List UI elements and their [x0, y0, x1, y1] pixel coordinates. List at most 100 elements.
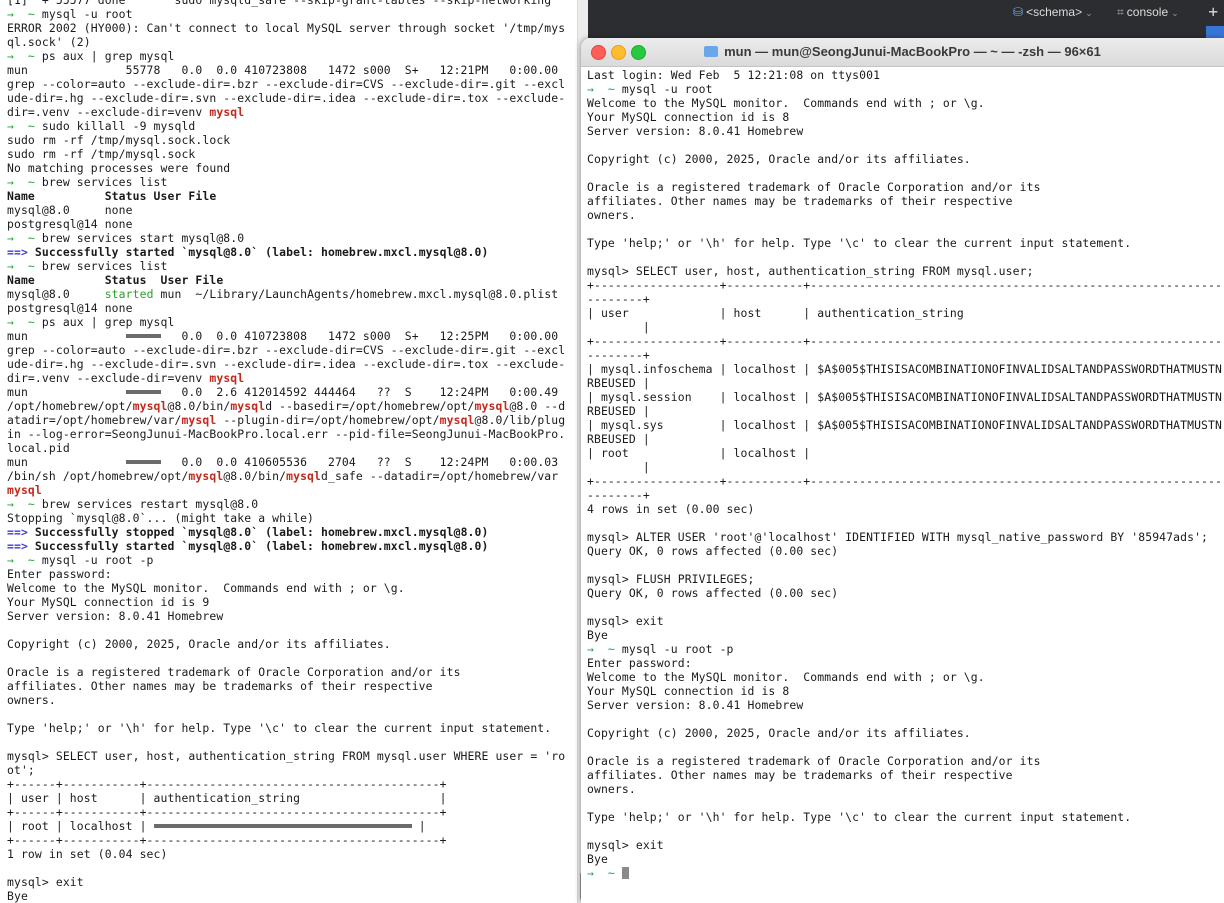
terminal-text: ==> — [7, 539, 35, 553]
terminal-line: mysql> SELECT user, host, authentication… — [587, 264, 1224, 278]
terminal-text: +------------------+-----------+--------… — [587, 278, 1224, 292]
terminal-text: Your MySQL connection id is 8 — [587, 684, 790, 698]
terminal-line: Server version: 8.0.41 Homebrew — [587, 698, 1224, 712]
redacted-text: *A7C8C5AB1E5F7F1CD7A2F1E5CBDF5DE13E49 — [153, 819, 412, 833]
terminal-text: Welcome to the MySQL monitor. Commands e… — [7, 581, 405, 595]
terminal-line: mysql> exit — [587, 614, 1224, 628]
terminal-text: Stopping `mysql@8.0`... (might take a wh… — [7, 511, 315, 525]
terminal-line: mysql> SELECT user, host, authentication… — [7, 749, 565, 763]
terminal-line: Welcome to the MySQL monitor. Commands e… — [7, 581, 565, 595]
add-icon[interactable]: + — [1208, 2, 1218, 21]
terminal-line: ude-dir=.hg --exclude-dir=.svn --exclude… — [7, 91, 565, 105]
terminal-text: Successfully started `mysql@8.0` (label:… — [34, 539, 489, 553]
terminal-line: Oracle is a registered trademark of Orac… — [7, 665, 565, 679]
terminal-line: → ~ brew services list — [7, 259, 565, 273]
terminal-text: atadir=/opt/homebrew/var/ — [7, 413, 182, 427]
terminal-line: mysql@8.0 started mun ~/Library/LaunchAg… — [7, 287, 565, 301]
terminal-text: mysql@8.0 none — [7, 203, 133, 217]
ide-toolbar: ⛁ <schema> ⌄ ⌗ console ⌄ + — [587, 0, 1224, 40]
schema-selector[interactable]: ⛁ <schema> ⌄ — [1013, 4, 1093, 20]
terminal-text: 0.0 0.0 410605536 2704 ?? S 12:24PM 0:00… — [160, 455, 566, 469]
terminal-text: mysql — [439, 413, 475, 427]
terminal-text: postgresql@14 none — [7, 301, 133, 315]
terminal-line: → ~ sudo killall -9 mysqld — [7, 119, 565, 133]
terminal-text: → ~ — [7, 553, 42, 567]
terminal-text: ude-dir=.hg --exclude-dir=.svn --exclude… — [7, 91, 566, 105]
terminal-text: Name Status User File — [7, 189, 217, 203]
terminal-text: Bye — [587, 852, 608, 866]
left-terminal[interactable]: [1] + 55577 done sudo mysqld_safe --skip… — [0, 0, 577, 903]
terminal-line: Your MySQL connection id is 9 — [7, 595, 565, 609]
terminal-text: mysql -u root — [621, 82, 713, 96]
console-selector[interactable]: ⌗ console ⌄ — [1117, 4, 1179, 20]
terminal-line: → ~ mysql -u root -p — [587, 642, 1224, 656]
terminal-text: mysql -u root -p — [41, 553, 154, 567]
terminal-text: affiliates. Other names may be trademark… — [7, 679, 433, 693]
terminal-text: grep --color=auto --exclude-dir=.bzr --e… — [7, 77, 566, 91]
terminal-text: d --basedir=/opt/homebrew/opt/ — [265, 399, 475, 413]
terminal-text: ==> — [7, 245, 35, 259]
terminal-text: /bin/sh /opt/homebrew/opt/ — [7, 469, 189, 483]
terminal-text: → ~ — [7, 231, 42, 245]
terminal-line: Name Status User File — [7, 273, 565, 287]
terminal-text: Welcome to the MySQL monitor. Commands e… — [587, 96, 985, 110]
terminal-text: brew services list — [41, 259, 168, 273]
chevron-down-icon: ⌄ — [1085, 8, 1093, 18]
terminal-line: local.pid — [7, 441, 565, 455]
terminal-line: --------+ — [587, 488, 1224, 502]
terminal-text: → ~ — [7, 175, 42, 189]
terminal-line: mun 54000 0.0 2.6 412014592 444464 ?? S … — [7, 385, 565, 399]
terminal-text: dir=.venv --exclude-dir=venv — [7, 105, 210, 119]
terminal-text: mun ~/Library/LaunchAgents/homebrew.mxcl… — [153, 287, 559, 301]
terminal-text: mun — [7, 455, 126, 469]
terminal-text: → ~ — [7, 7, 42, 21]
terminal-line: affiliates. Other names may be trademark… — [7, 679, 565, 693]
terminal-line: | — [587, 320, 1224, 334]
terminal-text: Enter password: — [587, 656, 692, 670]
terminal-text: Oracle is a registered trademark of Orac… — [7, 665, 461, 679]
terminal-text: +------+-----------+--------------------… — [7, 805, 447, 819]
terminal-line: → ~ ps aux | grep mysql — [7, 315, 565, 329]
terminal-line: owners. — [7, 693, 565, 707]
terminal-line: | — [587, 460, 1224, 474]
terminal-text: | user | host | authentication_string — [587, 306, 964, 320]
terminal-text: ==> — [7, 525, 35, 539]
terminal-line: Oracle is a registered trademark of Orac… — [587, 180, 1224, 194]
terminal-line: Stopping `mysql@8.0`... (might take a wh… — [7, 511, 565, 525]
terminal-line: mysql> ALTER USER 'root'@'localhost' IDE… — [587, 530, 1224, 544]
terminal-line: ==> Successfully started `mysql@8.0` (la… — [7, 245, 565, 259]
terminal-text: Server version: 8.0.41 Homebrew — [587, 124, 804, 138]
terminal-text: brew services list — [41, 175, 168, 189]
terminal-line: Type 'help;' or '\h' for help. Type '\c'… — [587, 810, 1224, 824]
terminal-text: Welcome to the MySQL monitor. Commands e… — [587, 670, 985, 684]
terminal-line: Query OK, 0 rows affected (0.00 sec) — [587, 586, 1224, 600]
terminal-line: → ~ mysql -u root -p — [7, 553, 565, 567]
left-terminal-output: [1] + 55577 done sudo mysqld_safe --skip… — [7, 0, 565, 903]
terminal-line: → ~ mysql -u root — [587, 82, 1224, 96]
terminal-line: Welcome to the MySQL monitor. Commands e… — [587, 96, 1224, 110]
terminal-line: Server version: 8.0.41 Homebrew — [587, 124, 1224, 138]
terminal-text: Bye — [7, 889, 28, 903]
terminal-text: owners. — [587, 782, 636, 796]
redacted-text: 54553 — [125, 329, 161, 343]
terminal-line: mysql> exit — [7, 875, 565, 889]
terminal-text: owners. — [587, 208, 636, 222]
terminal-line: postgresql@14 none — [7, 301, 565, 315]
terminal-line: affiliates. Other names may be trademark… — [587, 768, 1224, 782]
terminal-text: | root | localhost | — [7, 819, 154, 833]
terminal-text: RBEUSED | — [587, 404, 650, 418]
terminal-text: → ~ — [7, 497, 42, 511]
terminal-text: started — [104, 287, 154, 301]
terminal-text: Query OK, 0 rows affected (0.00 sec) — [587, 586, 839, 600]
terminal-text: --------+ — [587, 292, 650, 306]
terminal-text: mysql> exit — [587, 838, 664, 852]
terminal-line: | mysql.session | localhost | $A$005$THI… — [587, 390, 1224, 404]
terminal-line: +------+-----------+--------------------… — [7, 777, 565, 791]
terminal-line: ==> Successfully started `mysql@8.0` (la… — [7, 539, 565, 553]
window-titlebar[interactable]: mun — mun@SeongJunui-MacBookPro — ~ — -z… — [581, 38, 1224, 67]
